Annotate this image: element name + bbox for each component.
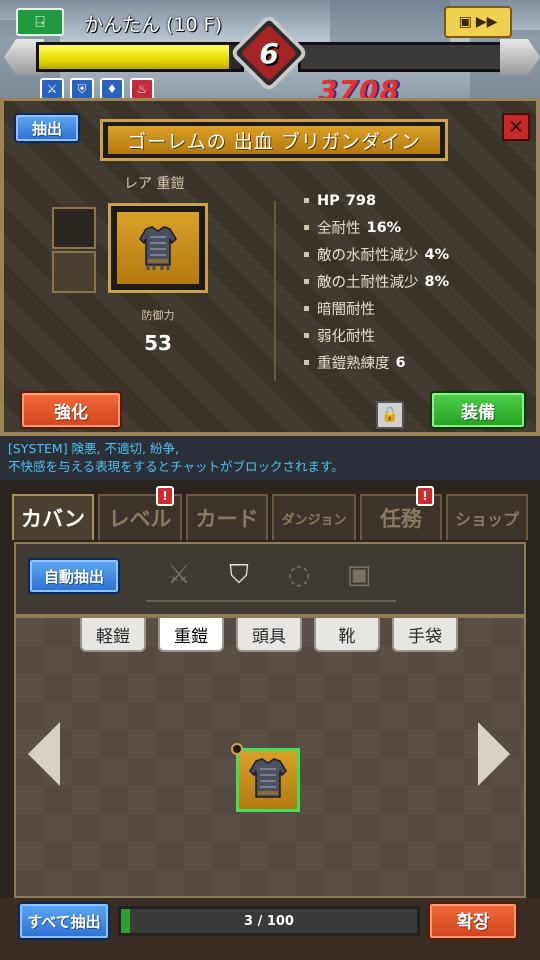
stat-label: 敵の土耐性減少 [317, 275, 419, 291]
stat-row: HP 798 [304, 187, 449, 214]
stat-row: 暗闇耐性 [304, 295, 449, 322]
item-icon-frame [108, 203, 208, 293]
capacity-text: 3 / 100 [244, 913, 294, 929]
chat-line: 不快感を与える表現をするとチャットがブロックされます。 [8, 459, 344, 474]
enhance-button[interactable]: 強化 [20, 391, 122, 429]
bullet-icon [304, 198, 309, 203]
subtab-gloves[interactable]: 手袋 [392, 618, 458, 652]
inventory-item-slot[interactable] [231, 743, 300, 812]
item-stats-list: HP 798 全耐性 16% 敵の水耐性減少 4% 敵の土耐性減少 8% 暗闇耐性弱化耐性重鎧熟… [304, 187, 449, 376]
extract-all-button[interactable]: すべて抽出 [18, 902, 110, 940]
item-rarity: レア 重鎧 [124, 176, 185, 192]
fast-forward-icon: ▶▶ [475, 14, 498, 30]
item-name: ゴーレムの 出血 ブリガンダイン [108, 126, 440, 154]
tab-card[interactable]: カード [186, 494, 268, 540]
bullet-icon [304, 279, 309, 284]
equip-button[interactable]: 装備 [430, 391, 526, 429]
stat-label: 重鎧熟練度 [317, 356, 390, 372]
video-speed-button[interactable]: ▣ ▶▶ [444, 6, 512, 38]
water-icon: ♦ [100, 78, 124, 100]
level-badge: 6 [229, 13, 309, 93]
stat-value: 8% [424, 273, 450, 290]
exp-bar [36, 42, 244, 72]
stat-label: HP [317, 192, 340, 209]
selection-indicator [146, 600, 396, 602]
defense-label: 防御力 [141, 309, 175, 322]
film-icon: ▣ [458, 14, 472, 30]
socket-slot [52, 251, 96, 293]
level-number: 6 [259, 36, 279, 70]
equipped-marker-icon [231, 743, 243, 755]
stat-value: 798 [345, 192, 377, 209]
stat-label: 弱化耐性 [317, 329, 375, 345]
bullet-icon [304, 252, 309, 257]
tab-bag[interactable]: カバン [12, 494, 94, 540]
alert-badge-icon: ! [156, 486, 174, 506]
inventory-section: カバン レベル! カード ダンジョン 任務! ショップ 自動抽出 ⚔ ⛉ ◌ ▣… [0, 480, 540, 960]
chat-line: [SYSTEM] 険悪, 不適切, 紛争, [8, 441, 179, 456]
stat-label: 全耐性 [317, 221, 361, 237]
prev-page-arrow-icon[interactable] [28, 722, 60, 786]
subtab-boots[interactable]: 靴 [314, 618, 380, 652]
shield-icon: ⛨ [70, 78, 94, 100]
alert-badge-icon: ! [416, 486, 434, 506]
tab-quest[interactable]: 任務! [360, 486, 442, 540]
defense-value: 53 [144, 331, 172, 355]
bullet-icon [304, 360, 309, 365]
accessory-icon[interactable]: ▣ [342, 558, 376, 592]
exp-bar-fill [39, 45, 229, 69]
extract-button[interactable]: 抽出 [14, 113, 80, 143]
main-tabs: カバン レベル! カード ダンジョン 任務! ショップ [0, 486, 540, 540]
stat-row: 弱化耐性 [304, 322, 449, 349]
stat-row: 全耐性 16% [304, 214, 449, 241]
stat-value: 4% [424, 246, 450, 263]
tab-level[interactable]: レベル! [98, 486, 182, 540]
filter-bar: 自動抽出 ⚔ ⛉ ◌ ▣ [14, 542, 526, 616]
stat-value: 16% [366, 219, 402, 236]
exit-door-icon: ⍈ [35, 12, 45, 31]
stat-row: 敵の水耐性減少 4% [304, 241, 449, 268]
heavy-armor-icon [139, 226, 177, 270]
next-page-arrow-icon[interactable] [478, 722, 510, 786]
bullet-icon [304, 333, 309, 338]
subtab-heavy-armor[interactable]: 重鎧 [158, 618, 224, 652]
shield-icon[interactable]: ⛉ [222, 558, 256, 592]
item-detail-panel: 抽出 ゴーレムの 出血 ブリガンダイン ✕ レア 重鎧 防御力 53 HP 798… [0, 98, 540, 436]
heavy-armor-icon [249, 758, 287, 798]
expand-button[interactable]: 확장 [428, 902, 518, 940]
tab-shop[interactable]: ショップ [446, 494, 528, 540]
stat-row: 重鎧熟練度 6 [304, 349, 449, 376]
close-icon[interactable]: ✕ [502, 113, 530, 141]
stat-row: 敵の土耐性減少 8% [304, 268, 449, 295]
item-name-plate: ゴーレムの 出血 ブリガンダイン [100, 119, 448, 161]
sword-icon[interactable]: ⚔ [162, 558, 196, 592]
stat-label: 敵の水耐性減少 [317, 248, 419, 264]
auto-extract-button[interactable]: 自動抽出 [28, 558, 120, 594]
lock-icon[interactable]: 🔓 [376, 401, 404, 429]
sword-icon: ⚔ [40, 78, 64, 100]
exit-button[interactable]: ⍈ [16, 8, 64, 36]
subtab-light-armor[interactable]: 軽鎧 [80, 618, 146, 652]
stat-label: 暗闇耐性 [317, 302, 375, 318]
divider [274, 201, 276, 381]
stat-value: 6 [395, 354, 406, 371]
ring-icon[interactable]: ◌ [282, 558, 316, 592]
fire-icon: ♨ [130, 78, 154, 100]
dungeon-title: かんたん (10 F) [84, 14, 223, 36]
subtab-helmet[interactable]: 頭具 [236, 618, 302, 652]
secondary-bar [298, 42, 506, 72]
tab-dungeon[interactable]: ダンジョン [272, 494, 356, 540]
system-chat: [SYSTEM] 険悪, 不適切, 紛争, 不快感を与える表現をするとチャットが… [0, 436, 540, 480]
bullet-icon [304, 306, 309, 311]
socket-slot [52, 207, 96, 249]
capacity-bar: 3 / 100 [118, 906, 420, 936]
bullet-icon [304, 225, 309, 230]
